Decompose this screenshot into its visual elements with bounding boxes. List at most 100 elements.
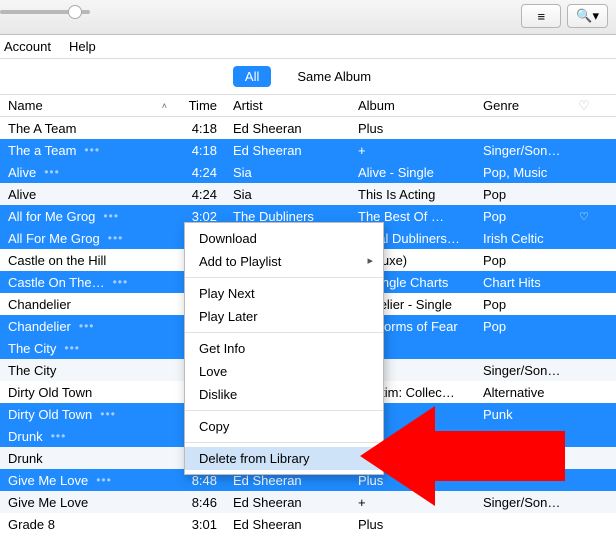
context-menu: Download Add to Playlist Play Next Play …	[184, 222, 384, 475]
menu-download[interactable]: Download	[185, 227, 383, 250]
filter-all[interactable]: All	[233, 66, 271, 87]
cell-album: Plus	[350, 517, 475, 532]
cell-time: 4:18	[175, 143, 225, 158]
search-button[interactable]: 🔍▾	[567, 4, 608, 28]
cell-name: Dirty Old Town	[0, 385, 175, 400]
cell-name: The City•••	[0, 341, 175, 356]
cell-name: Drunk	[0, 451, 175, 466]
cell-name: Dirty Old Town•••	[0, 407, 175, 422]
cell-genre: Chart Hits	[475, 275, 565, 290]
filter-same-album[interactable]: Same Album	[285, 66, 383, 87]
more-dots-icon[interactable]: •••	[51, 429, 67, 443]
col-name[interactable]: Name ˄	[0, 98, 175, 113]
more-dots-icon[interactable]: •••	[96, 473, 112, 487]
cell-album: Alive - Single	[350, 165, 475, 180]
sort-caret-icon: ˄	[162, 101, 167, 111]
cell-name: Grade 8	[0, 517, 175, 532]
cell-artist: Ed Sheeran	[225, 143, 350, 158]
annotation-arrow	[360, 401, 570, 511]
cell-name: Alive	[0, 187, 175, 202]
cell-name: Castle On The…•••	[0, 275, 175, 290]
col-name-label: Name	[8, 98, 43, 113]
cell-name: Castle on the Hill	[0, 253, 175, 268]
menu-separator	[185, 277, 383, 278]
menu-play-next[interactable]: Play Next	[185, 282, 383, 305]
cell-genre: Pop	[475, 253, 565, 268]
cell-album: Plus	[350, 121, 475, 136]
menu-dislike[interactable]: Dislike	[185, 383, 383, 406]
menu-help[interactable]: Help	[69, 39, 96, 54]
cell-genre: Singer/Son…	[475, 363, 565, 378]
menu-love[interactable]: Love	[185, 360, 383, 383]
filter-bar: All Same Album	[0, 59, 616, 95]
cell-genre: Pop	[475, 297, 565, 312]
menu-add-to-playlist[interactable]: Add to Playlist	[185, 250, 383, 273]
table-row[interactable]: The A Team4:18Ed SheeranPlus	[0, 117, 616, 139]
cell-time: 3:01	[175, 517, 225, 532]
cell-name: Chandelier•••	[0, 319, 175, 334]
toolbar: ≡ 🔍▾	[0, 0, 616, 35]
list-icon: ≡	[537, 9, 545, 24]
cell-artist: Ed Sheeran	[225, 517, 350, 532]
cell-time: 4:24	[175, 165, 225, 180]
col-genre[interactable]: Genre	[475, 98, 565, 113]
cell-artist: Ed Sheeran	[225, 121, 350, 136]
menu-separator	[185, 332, 383, 333]
menu-delete-from-library[interactable]: Delete from Library	[185, 447, 383, 470]
cell-name: Alive•••	[0, 165, 175, 180]
search-icon: 🔍▾	[576, 8, 599, 24]
table-row[interactable]: Alive•••4:24SiaAlive - SinglePop, Music	[0, 161, 616, 183]
cell-genre: Irish Celtic	[475, 231, 565, 246]
col-time[interactable]: Time	[175, 98, 225, 113]
cell-time: 8:46	[175, 495, 225, 510]
cell-genre: Singer/Son…	[475, 143, 565, 158]
cell-artist: Sia	[225, 165, 350, 180]
menu-play-later[interactable]: Play Later	[185, 305, 383, 328]
cell-name: All For Me Grog•••	[0, 231, 175, 246]
menu-separator	[185, 442, 383, 443]
view-list-button[interactable]: ≡	[521, 4, 561, 28]
more-dots-icon[interactable]: •••	[113, 275, 129, 289]
cell-genre: Pop, Music	[475, 165, 565, 180]
table-header: Name ˄ Time Artist Album Genre ♡	[0, 95, 616, 117]
col-love[interactable]: ♡	[565, 98, 595, 114]
table-row[interactable]: Alive4:24SiaThis Is ActingPop	[0, 183, 616, 205]
more-dots-icon[interactable]: •••	[84, 143, 100, 157]
cell-time: 4:24	[175, 187, 225, 202]
cell-genre: Pop	[475, 209, 565, 224]
menubar: Account Help	[0, 35, 616, 59]
table-row[interactable]: The a Team•••4:18Ed Sheeran+Singer/Son…	[0, 139, 616, 161]
col-artist[interactable]: Artist	[225, 98, 350, 113]
cell-artist: Ed Sheeran	[225, 495, 350, 510]
more-dots-icon[interactable]: •••	[100, 407, 116, 421]
cell-love[interactable]: ♡	[565, 210, 595, 223]
cell-album: This Is Acting	[350, 187, 475, 202]
menu-account[interactable]: Account	[4, 39, 51, 54]
cell-name: The A Team	[0, 121, 175, 136]
more-dots-icon[interactable]: •••	[108, 231, 124, 245]
volume-slider[interactable]	[0, 10, 90, 14]
menu-copy[interactable]: Copy	[185, 415, 383, 438]
cell-genre: Alternative	[475, 385, 565, 400]
menu-separator	[185, 410, 383, 411]
cell-artist: Sia	[225, 187, 350, 202]
cell-name: The City	[0, 363, 175, 378]
more-dots-icon[interactable]: •••	[79, 319, 95, 333]
cell-genre: Pop	[475, 319, 565, 334]
menu-get-info[interactable]: Get Info	[185, 337, 383, 360]
cell-genre: Pop	[475, 187, 565, 202]
cell-name: All for Me Grog•••	[0, 209, 175, 224]
table-row[interactable]: Grade 83:01Ed SheeranPlus	[0, 513, 616, 535]
cell-album: +	[350, 143, 475, 158]
more-dots-icon[interactable]: •••	[44, 165, 60, 179]
col-album[interactable]: Album	[350, 98, 475, 113]
cell-name: Drunk•••	[0, 429, 175, 444]
cell-name: Give Me Love	[0, 495, 175, 510]
more-dots-icon[interactable]: •••	[103, 209, 119, 223]
cell-time: 4:18	[175, 121, 225, 136]
cell-name: Give Me Love•••	[0, 473, 175, 488]
volume-thumb[interactable]	[68, 5, 82, 19]
cell-name: Chandelier	[0, 297, 175, 312]
more-dots-icon[interactable]: •••	[64, 341, 80, 355]
cell-name: The a Team•••	[0, 143, 175, 158]
